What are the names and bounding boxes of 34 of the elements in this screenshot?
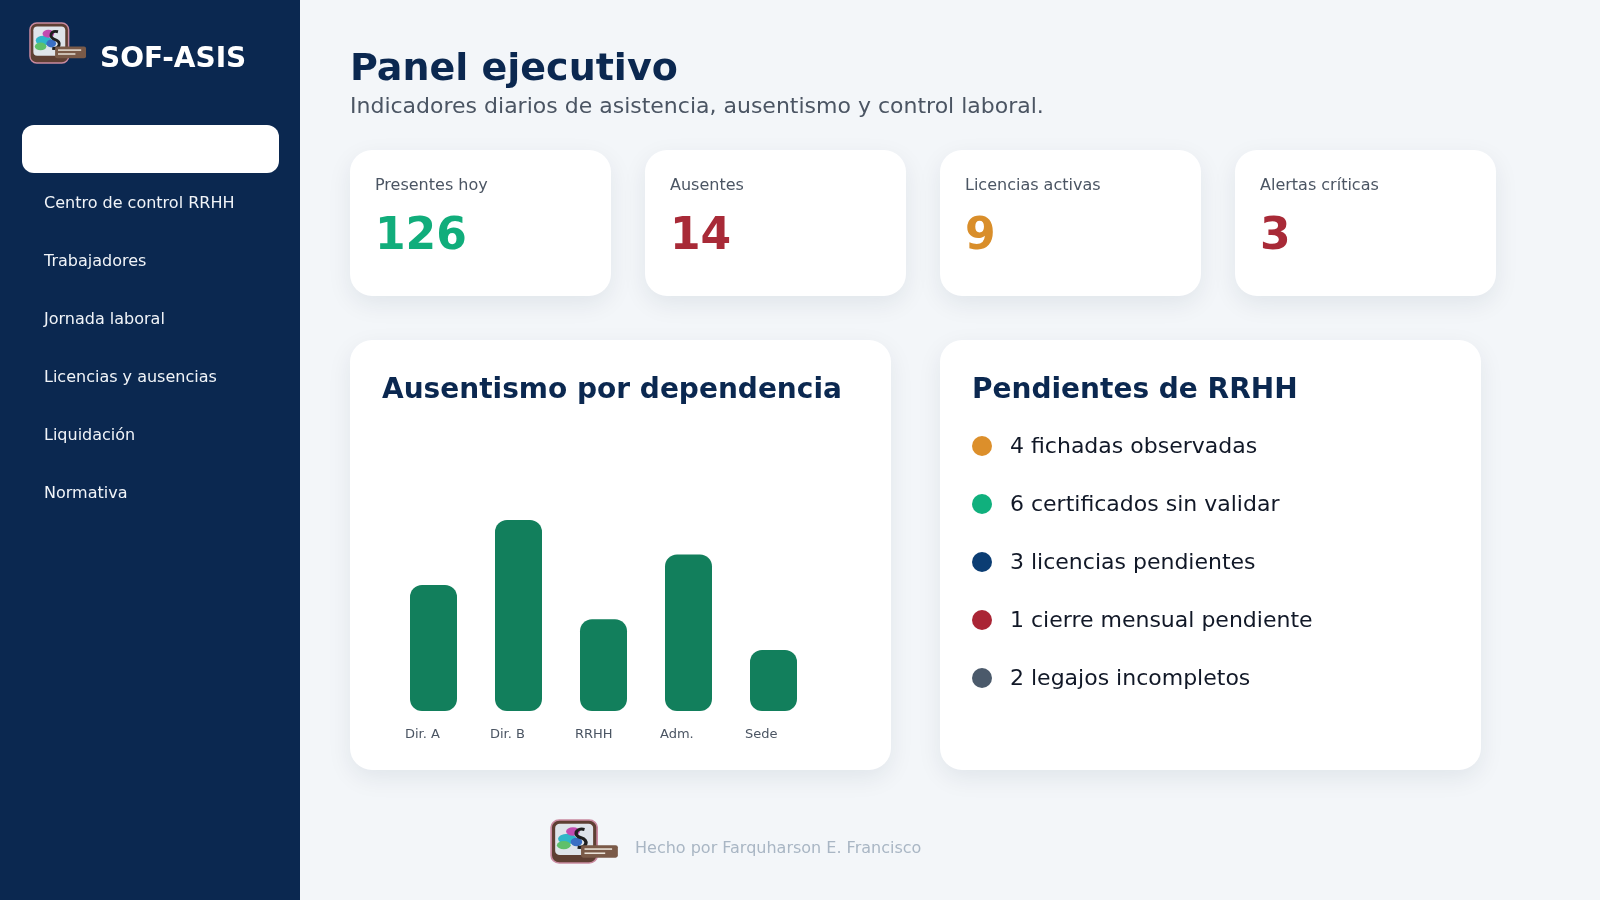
nav-item[interactable]: Normativa bbox=[22, 468, 279, 516]
kpi-value: 3 bbox=[1260, 210, 1291, 258]
kpi-label: Licencias activas bbox=[965, 175, 1101, 194]
logo-icon bbox=[29, 22, 87, 65]
nav-item[interactable]: Trabajadores bbox=[22, 236, 279, 284]
pending-item-text: 3 licencias pendientes bbox=[1010, 549, 1256, 575]
axis-label: Dir. A bbox=[405, 726, 440, 741]
axis-label: Sede bbox=[745, 726, 778, 741]
nav-item[interactable] bbox=[22, 125, 279, 173]
axis-label: Adm. bbox=[660, 726, 694, 741]
panel-title: Pendientes de RRHH bbox=[972, 372, 1298, 406]
nav-item[interactable]: Jornada laboral bbox=[22, 294, 279, 342]
kpi-value: 9 bbox=[965, 210, 996, 258]
panel-title: Ausentismo por dependencia bbox=[382, 372, 842, 406]
pending-item-text: 1 cierre mensual pendiente bbox=[1010, 607, 1313, 633]
kpi-value: 126 bbox=[375, 210, 467, 258]
axis-label: Dir. B bbox=[490, 726, 525, 741]
pending-item-text: 2 legajos incompletos bbox=[1010, 665, 1251, 691]
kpi-value: 14 bbox=[670, 210, 732, 258]
pending-item-text: 6 certificados sin validar bbox=[1010, 491, 1280, 517]
nav-item[interactable]: Centro de control RRHH bbox=[22, 178, 279, 226]
page-title: Panel ejecutivo bbox=[350, 45, 679, 89]
nav-item[interactable]: Liquidación bbox=[22, 410, 279, 458]
kpi-label: Presentes hoy bbox=[375, 175, 488, 194]
nav-item[interactable]: Licencias y ausencias bbox=[22, 352, 279, 400]
kpi-label: Ausentes bbox=[670, 175, 744, 194]
pending-item-text: 4 fichadas observadas bbox=[1010, 433, 1258, 459]
brand-name: SOF-ASIS bbox=[100, 41, 247, 75]
logo-icon bbox=[550, 819, 619, 865]
axis-label: RRHH bbox=[575, 726, 613, 741]
kpi-label: Alertas críticas bbox=[1260, 175, 1379, 194]
page-subtitle: Indicadores diarios de asistencia, ausentismo y control laboral. bbox=[350, 93, 1045, 119]
chart-bar bbox=[750, 649, 797, 711]
footer-credit: Hecho por Farquharson E. Francisco bbox=[635, 837, 922, 857]
